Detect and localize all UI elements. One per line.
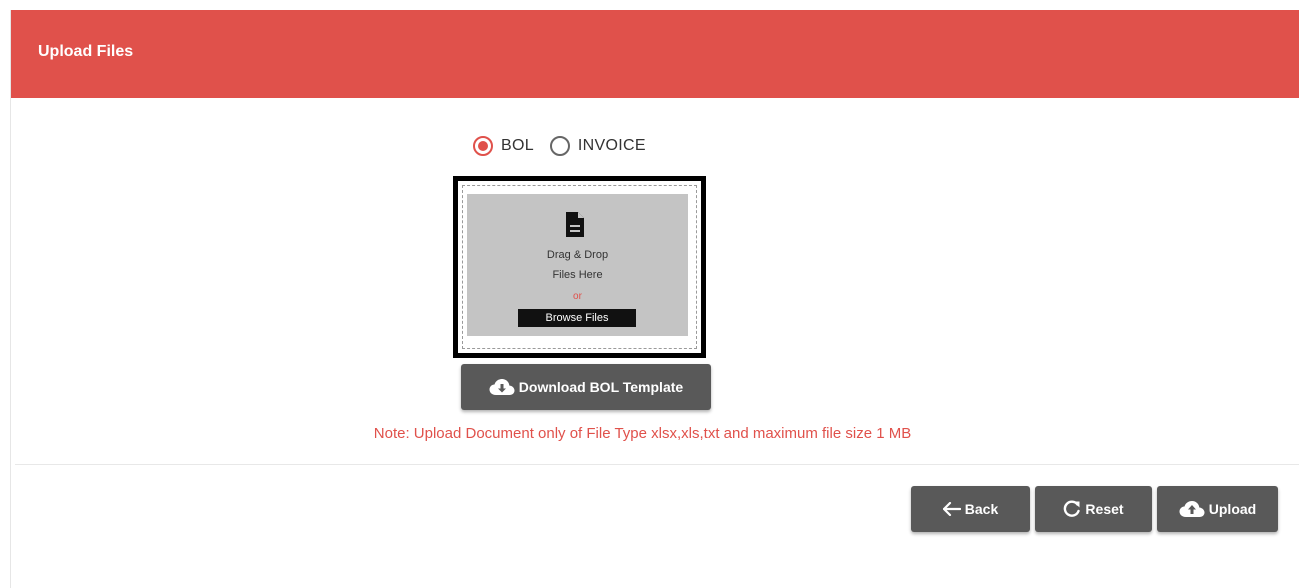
cloud-upload-icon bbox=[1179, 501, 1205, 517]
cloud-download-icon bbox=[489, 379, 515, 395]
panel-header: Upload Files bbox=[11, 10, 1299, 98]
upload-button[interactable]: Upload bbox=[1157, 486, 1278, 532]
radio-option-bol[interactable]: BOL bbox=[473, 136, 550, 156]
back-button[interactable]: Back bbox=[911, 486, 1030, 532]
arrow-left-icon bbox=[942, 502, 961, 516]
radio-bol-checked-icon[interactable] bbox=[473, 136, 493, 156]
download-bol-template-label: Download BOL Template bbox=[518, 379, 684, 395]
reset-button[interactable]: Reset bbox=[1035, 486, 1152, 532]
section-divider bbox=[15, 464, 1299, 465]
file-type-radio-group: BOL INVOICE bbox=[473, 134, 662, 158]
radio-option-invoice[interactable]: INVOICE bbox=[549, 136, 662, 156]
browse-files-button[interactable]: Browse Files bbox=[518, 309, 636, 327]
upload-note-text: Note: Upload Document only of File Type … bbox=[373, 425, 912, 442]
download-bol-template-button[interactable]: Download BOL Template bbox=[461, 364, 711, 410]
dropzone-area[interactable]: Drag & Drop Files Here or Browse Files bbox=[467, 194, 688, 336]
file-dropzone[interactable]: Drag & Drop Files Here or Browse Files bbox=[453, 176, 706, 358]
dropzone-or-text: or bbox=[573, 291, 582, 302]
dropzone-text-line2: Files Here bbox=[552, 269, 603, 281]
radio-invoice-label: INVOICE bbox=[577, 137, 646, 154]
upload-label: Upload bbox=[1208, 501, 1257, 517]
upload-note: Note: Upload Document only of File Type … bbox=[0, 425, 1299, 442]
radio-bol-label: BOL bbox=[501, 137, 534, 154]
radio-invoice-unchecked-icon[interactable] bbox=[549, 136, 570, 156]
back-label: Back bbox=[964, 501, 999, 517]
panel-title: Upload Files bbox=[38, 43, 134, 60]
refresh-icon bbox=[1064, 500, 1081, 517]
file-text-icon bbox=[566, 212, 584, 237]
dropzone-text-line1: Drag & Drop bbox=[546, 249, 609, 261]
reset-label: Reset bbox=[1085, 501, 1124, 517]
